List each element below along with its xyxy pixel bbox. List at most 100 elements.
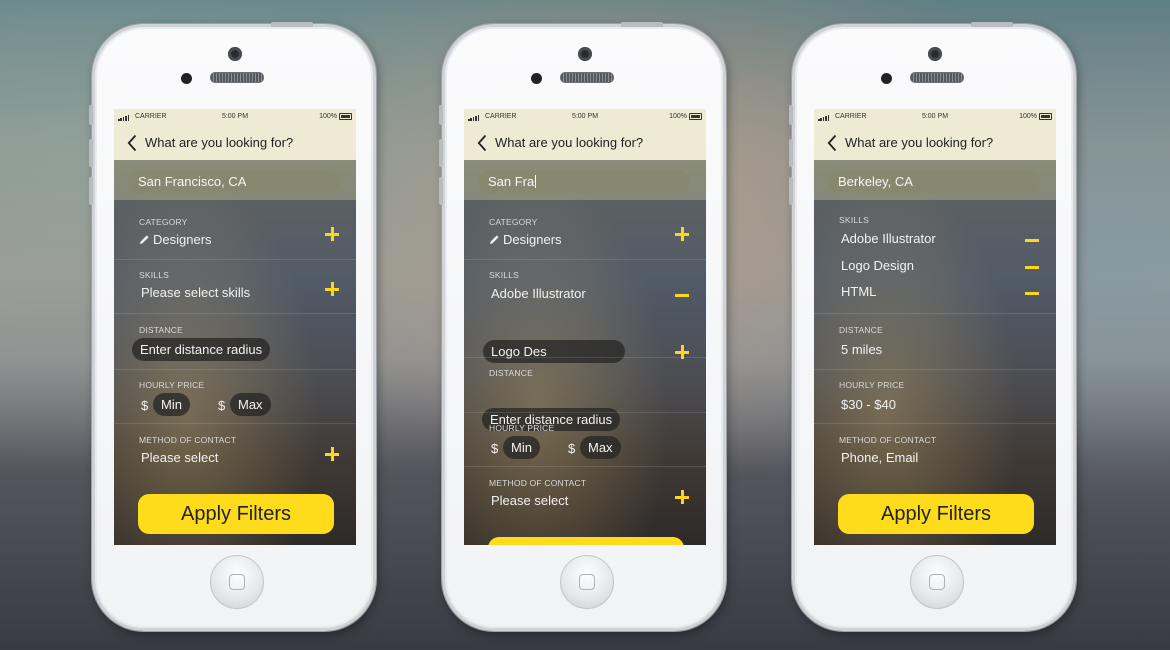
pencil-icon: [490, 235, 499, 244]
battery-icon: [689, 113, 702, 120]
apply-filters-button[interactable]: Apply Filters: [138, 494, 334, 534]
hourly-price-label: HOURLY PRICE: [139, 380, 205, 390]
skills-label: SKILLS: [139, 270, 170, 280]
category-text: Designers: [503, 232, 562, 247]
add-category-icon[interactable]: [325, 227, 339, 241]
home-button[interactable]: [560, 555, 614, 609]
front-camera: [928, 47, 942, 61]
home-square-icon: [229, 574, 245, 590]
skills-label: SKILLS: [489, 270, 520, 280]
skills-placeholder[interactable]: Please select skills: [141, 285, 250, 300]
battery-icon: [339, 113, 352, 120]
back-chevron-icon[interactable]: [827, 134, 837, 152]
mute-switch: [439, 105, 443, 125]
location-input-value: San Fra: [488, 174, 535, 189]
currency-symbol: $: [141, 398, 149, 413]
contact-method-value[interactable]: Please select: [141, 450, 218, 465]
phone-3: CARRIER 5:00 PM 100% What are you lookin…: [789, 22, 1076, 631]
page-title: What are you looking for?: [845, 135, 994, 150]
divider: [814, 313, 1056, 314]
earpiece-speaker: [910, 72, 964, 83]
location-bar: Berkeley, CA: [814, 160, 1056, 200]
battery-icon: [1039, 113, 1052, 120]
divider: [464, 412, 706, 413]
phone-2: CARRIER 5:00 PM 100% What are you lookin…: [439, 22, 726, 631]
volume-up-button: [89, 139, 93, 167]
max-price-input[interactable]: Max: [230, 393, 271, 416]
hourly-price-value[interactable]: $30 - $40: [841, 397, 896, 412]
divider: [464, 357, 706, 358]
distance-label: DISTANCE: [139, 325, 183, 335]
home-button[interactable]: [210, 555, 264, 609]
distance-value[interactable]: 5 miles: [841, 342, 882, 357]
category-label: CATEGORY: [139, 217, 188, 227]
phone-1: CARRIER 5:00 PM 100% What are you lookin…: [89, 22, 376, 631]
status-bar: CARRIER 5:00 PM 100%: [114, 109, 356, 126]
currency-symbol: $: [218, 398, 226, 413]
volume-up-button: [439, 139, 443, 167]
contact-method-value[interactable]: Phone, Email: [841, 450, 918, 465]
nav-bar: What are you looking for?: [814, 126, 1056, 160]
min-price-input[interactable]: Min: [503, 436, 540, 459]
volume-down-button: [439, 177, 443, 205]
remove-skill-icon[interactable]: [1025, 239, 1039, 242]
nav-bar: What are you looking for?: [464, 126, 706, 160]
contact-method-value[interactable]: Please select: [491, 493, 568, 508]
skills-label: SKILLS: [839, 215, 870, 225]
divider: [814, 369, 1056, 370]
category-value[interactable]: Designers: [139, 232, 212, 247]
remove-skill-icon[interactable]: [675, 294, 689, 297]
category-value[interactable]: Designers: [489, 232, 562, 247]
battery-percent: 100%: [1019, 113, 1037, 120]
contact-method-label: METHOD OF CONTACT: [839, 435, 937, 445]
earpiece-speaker: [560, 72, 614, 83]
pencil-icon: [140, 235, 149, 244]
add-contact-method-icon[interactable]: [675, 490, 689, 504]
skill-item: Adobe Illustrator: [841, 231, 936, 246]
back-chevron-icon[interactable]: [477, 134, 487, 152]
remove-skill-icon[interactable]: [1025, 292, 1039, 295]
status-bar: CARRIER 5:00 PM 100%: [464, 109, 706, 126]
location-input-value: San Francisco, CA: [138, 174, 247, 189]
mute-switch: [789, 105, 793, 125]
location-input[interactable]: Berkeley, CA: [828, 170, 1040, 193]
location-bar: San Francisco, CA: [114, 160, 356, 200]
nav-bar: What are you looking for?: [114, 126, 356, 160]
skill-input[interactable]: Logo Des: [483, 340, 625, 363]
apply-filters-button[interactable]: [488, 537, 684, 545]
volume-down-button: [789, 177, 793, 205]
location-bar: San Fra: [464, 160, 706, 200]
max-price-input[interactable]: Max: [580, 436, 621, 459]
distance-input[interactable]: Enter distance radius: [132, 338, 271, 361]
category-label: CATEGORY: [489, 217, 538, 227]
back-chevron-icon[interactable]: [127, 134, 137, 152]
battery-percent: 100%: [319, 113, 337, 120]
distance-label: DISTANCE: [489, 368, 533, 378]
filter-screen: CARRIER 5:00 PM 100% What are you lookin…: [464, 109, 706, 545]
location-input[interactable]: San Francisco, CA: [128, 170, 340, 193]
home-button[interactable]: [910, 555, 964, 609]
status-bar: CARRIER 5:00 PM 100%: [814, 109, 1056, 126]
power-button: [971, 22, 1013, 27]
location-input[interactable]: San Fra: [478, 170, 690, 193]
apply-filters-button[interactable]: Apply Filters: [838, 494, 1034, 534]
remove-skill-icon[interactable]: [1025, 266, 1039, 269]
divider: [814, 423, 1056, 424]
filter-screen: CARRIER 5:00 PM 100% What are you lookin…: [114, 109, 356, 545]
min-price-input[interactable]: Min: [153, 393, 190, 416]
front-camera: [578, 47, 592, 61]
battery-percent: 100%: [669, 113, 687, 120]
power-button: [621, 22, 663, 27]
contact-method-label: METHOD OF CONTACT: [139, 435, 237, 445]
skill-item: HTML: [841, 284, 877, 299]
page-title: What are you looking for?: [145, 135, 294, 150]
add-skill-icon[interactable]: [325, 282, 339, 296]
divider: [464, 259, 706, 260]
add-contact-method-icon[interactable]: [325, 447, 339, 461]
add-category-icon[interactable]: [675, 227, 689, 241]
power-button: [271, 22, 313, 27]
mute-switch: [89, 105, 93, 125]
front-camera: [228, 47, 242, 61]
divider: [114, 369, 356, 370]
hourly-price-label: HOURLY PRICE: [839, 380, 905, 390]
